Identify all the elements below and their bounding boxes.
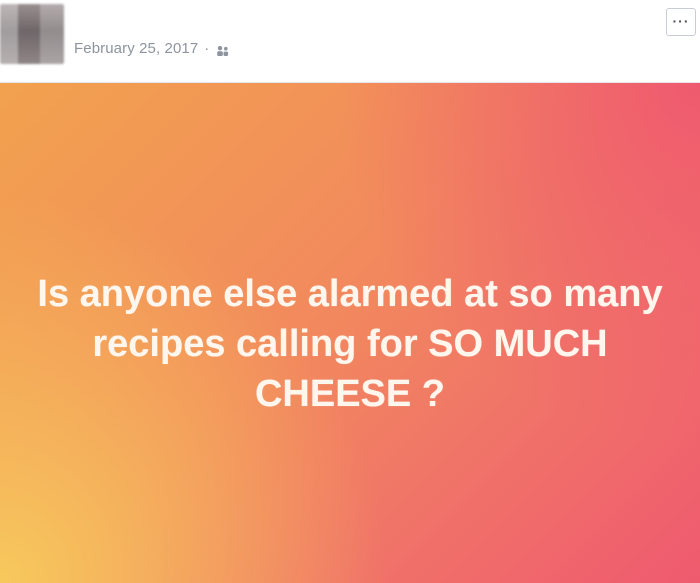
meta-separator: · xyxy=(204,40,210,57)
post-header: February 25, 2017 · ··· xyxy=(0,0,700,83)
colored-status-background: Is anyone else alarmed at so many recipe… xyxy=(0,83,700,583)
post-date[interactable]: February 25, 2017 xyxy=(74,40,198,57)
post-card: February 25, 2017 · ··· Is anyone else a… xyxy=(0,0,700,583)
status-text: Is anyone else alarmed at so many recipe… xyxy=(37,273,663,415)
friends-icon[interactable] xyxy=(215,44,231,56)
avatar[interactable] xyxy=(0,4,64,64)
more-options-button[interactable]: ··· xyxy=(666,8,696,36)
post-meta: February 25, 2017 · xyxy=(74,40,231,57)
